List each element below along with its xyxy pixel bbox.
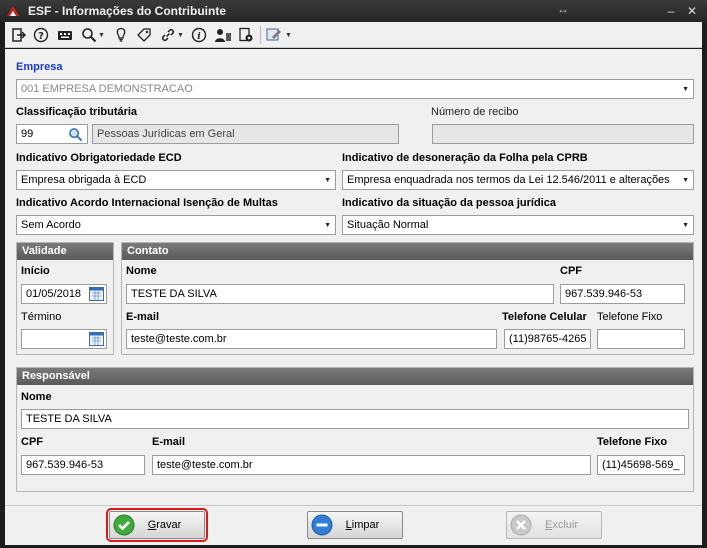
gravar-button[interactable]: Gravar [106, 508, 208, 542]
limpar-label: Limpar [345, 519, 380, 531]
keyboard-icon[interactable] [57, 25, 73, 45]
close-button[interactable]: ✕ [684, 3, 700, 19]
chevron-down-icon: ▼ [682, 86, 689, 93]
contato-cpf-label: CPF [560, 265, 582, 277]
tools-icon[interactable]: ▼ [266, 25, 292, 45]
recibo-label: Número de recibo [431, 106, 519, 118]
chevron-down-icon: ▼ [682, 222, 689, 229]
search-icon[interactable] [68, 127, 83, 142]
calendar-icon[interactable] [89, 287, 104, 301]
responsavel-title: Responsável [17, 368, 693, 385]
title-bar: ESF - Informações do Contribuinte ↔ – ✕ [0, 0, 707, 22]
acordo-value: Sem Acordo [21, 219, 81, 231]
acordo-label: Indicativo Acordo Internacional Isenção … [16, 197, 278, 209]
contato-title: Contato [122, 243, 693, 260]
svg-text:?: ? [38, 31, 44, 42]
gravar-label: Gravar [147, 519, 182, 531]
contato-cpf-input[interactable]: 967.539.946-53 [560, 284, 685, 304]
contato-email-input[interactable]: teste@teste.com.br [126, 329, 497, 349]
situacao-label: Indicativo da situação da pessoa jurídic… [342, 197, 556, 209]
help-icon[interactable]: ? [33, 25, 49, 45]
situacao-select[interactable]: Situação Normal ▼ [342, 215, 694, 235]
cprb-value: Empresa enquadrada nos termos da Lei 12.… [347, 174, 670, 186]
check-icon [113, 514, 135, 536]
termino-date-input[interactable] [21, 329, 107, 349]
delete-icon [510, 514, 532, 536]
responsavel-nome-label: Nome [21, 391, 52, 403]
classificacao-label: Classificação tributária [16, 106, 138, 118]
settings-doc-icon[interactable] [238, 25, 254, 45]
inicio-label: Início [21, 265, 50, 277]
empresa-value: 001 EMPRESA DEMONSTRACAO [21, 83, 193, 95]
responsavel-email-label: E-mail [152, 436, 186, 448]
ecd-value: Empresa obrigada à ECD [21, 174, 147, 186]
user-icon[interactable] [214, 25, 232, 45]
contato-nome-input[interactable]: TESTE DA SILVA [126, 284, 554, 304]
cprb-label: Indicativo de desoneração da Folha pela … [342, 152, 588, 164]
chevron-down-icon: ▼ [324, 222, 331, 229]
responsavel-fixo-input[interactable]: (11)45698-569_ [597, 455, 685, 475]
toolbar-separator [260, 26, 261, 44]
empresa-select[interactable]: 001 EMPRESA DEMONSTRACAO ▼ [16, 79, 694, 99]
minimize-button[interactable]: – [663, 3, 679, 19]
termino-label: Término [21, 311, 62, 323]
contato-fixo-label: Telefone Fixo [597, 311, 663, 323]
chevron-down-icon: ▼ [324, 177, 331, 184]
exit-icon[interactable] [11, 25, 27, 45]
classificacao-code-input[interactable]: 99 [16, 124, 88, 144]
search-icon[interactable]: ▼ [81, 25, 105, 45]
responsavel-fixo-label: Telefone Fixo [597, 436, 668, 448]
tag-icon[interactable] [136, 25, 152, 45]
excluir-label: Excluir [544, 519, 578, 531]
inicio-date-input[interactable]: 01/05/2018 [21, 284, 107, 304]
validade-title: Validade [17, 243, 113, 260]
calendar-icon[interactable] [89, 332, 104, 346]
responsavel-email-input[interactable]: teste@teste.com.br [152, 455, 591, 475]
resize-grip-icon[interactable]: ↔ [557, 2, 569, 16]
cprb-select[interactable]: Empresa enquadrada nos termos da Lei 12.… [342, 170, 694, 190]
form-panel: Empresa 001 EMPRESA DEMONSTRACAO ▼ Class… [5, 49, 702, 505]
acordo-select[interactable]: Sem Acordo ▼ [16, 215, 336, 235]
situacao-value: Situação Normal [347, 219, 429, 231]
limpar-button[interactable]: Limpar [307, 511, 403, 539]
responsavel-nome-input[interactable]: TESTE DA SILVA [21, 409, 689, 429]
info-icon[interactable]: i [191, 25, 207, 45]
minus-icon [311, 514, 333, 536]
contato-email-label: E-mail [126, 311, 160, 323]
contato-cel-label: Telefone Celular [502, 311, 587, 323]
excluir-button[interactable]: Excluir [506, 511, 602, 539]
responsavel-cpf-label: CPF [21, 436, 43, 448]
classificacao-description: Pessoas Jurídicas em Geral [92, 124, 399, 144]
empresa-label: Empresa [16, 61, 63, 73]
ecd-label: Indicativo Obrigatoriedade ECD [16, 152, 182, 164]
chevron-down-icon: ▼ [682, 177, 689, 184]
contato-fixo-input[interactable] [597, 329, 685, 349]
contato-nome-label: Nome [126, 265, 157, 277]
button-bar: Gravar Limpar Excluir [5, 505, 702, 545]
classificacao-code-value: 99 [21, 128, 34, 140]
link-icon[interactable]: ▼ [160, 25, 184, 45]
responsavel-cpf-input[interactable]: 967.539.946-53 [21, 455, 145, 475]
lightbulb-icon[interactable] [113, 25, 129, 45]
toolbar: ? ▼ ▼ i ▼ [5, 22, 702, 48]
svg-text:i: i [197, 32, 201, 42]
recibo-input[interactable] [432, 124, 694, 144]
ecd-select[interactable]: Empresa obrigada à ECD ▼ [16, 170, 336, 190]
app-logo-icon [7, 6, 19, 16]
contato-cel-input[interactable]: (11)98765-4265 [504, 329, 591, 349]
inicio-value: 01/05/2018 [26, 288, 82, 300]
window-title: ESF - Informações do Contribuinte [28, 4, 227, 18]
